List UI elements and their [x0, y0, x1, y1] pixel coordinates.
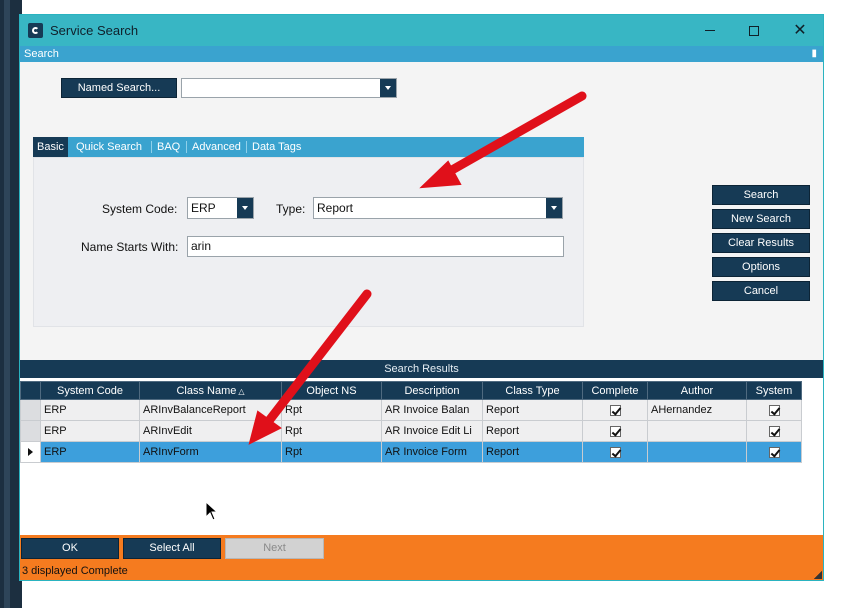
annotation-arrow-row	[263, 289, 372, 427]
annotation-arrows	[248, 91, 587, 445]
annotation-arrow-type	[440, 91, 587, 179]
